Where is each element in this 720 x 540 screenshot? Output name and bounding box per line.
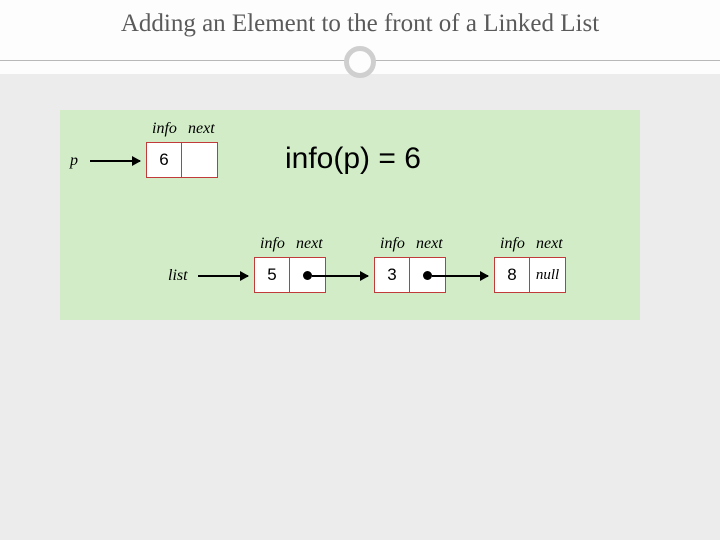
node-p-info: 6 [146,142,182,178]
node-3: 8 null [494,257,566,293]
node-p-next-label: next [188,120,215,138]
node2-next-label: next [416,235,443,253]
node1-info-label: info [260,235,285,253]
node2-info: 3 [374,257,410,293]
node3-next-null: null [530,257,566,293]
diagram-panel: p info next 6 info(p) = 6 list info next… [60,110,640,320]
node2-info-label: info [380,235,405,253]
pointer-p-label: p [70,152,78,170]
node-p: 6 [146,142,218,178]
arrow-n1-n2 [312,275,368,277]
node-p-info-label: info [152,120,177,138]
node-p-next [182,142,218,178]
node3-info-label: info [500,235,525,253]
node1-info: 5 [254,257,290,293]
node3-next-label: next [536,235,563,253]
pointer-dot-icon [303,271,312,280]
arrow-list [198,275,248,277]
arrow-n2-n3 [432,275,488,277]
pointer-list-label: list [168,267,188,285]
page-title: Adding an Element to the front of a Link… [20,10,700,38]
equation-text: info(p) = 6 [285,142,421,176]
node3-info: 8 [494,257,530,293]
node1-next-label: next [296,235,323,253]
header-rule [0,46,720,92]
arrow-p [90,160,140,162]
pointer-dot-icon [423,271,432,280]
ring-icon [344,46,376,78]
